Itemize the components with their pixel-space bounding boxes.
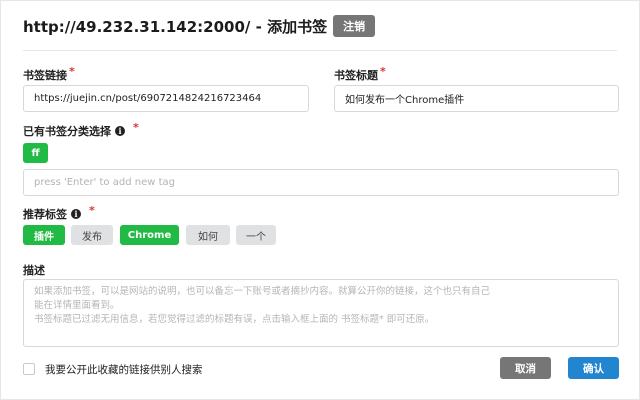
logout-button[interactable]: 注销 [333,15,376,37]
url-input[interactable]: https://juejin.cn/post/69072148242167234… [23,85,309,112]
confirm-button[interactable]: 确认 [568,357,619,379]
recommend-label-text: 推荐标签 [23,208,67,221]
desc-placeholder-line: 如果添加书签，可以是网站的说明，也可以备忘一下账号或者摘抄内容。就算公开你的链接… [34,286,491,297]
required-mark: * [380,64,386,78]
desc-placeholder-line: 能在详情里面看到。 [34,300,120,311]
required-mark: * [133,120,139,134]
description-textarea[interactable]: 如果添加书签，可以是网站的说明，也可以备忘一下账号或者摘抄内容。就算公开你的链接… [23,279,619,347]
category-label: 已有书签分类选择 i * [23,120,139,139]
public-checkbox-label[interactable]: 我要公开此收藏的链接供别人搜索 [45,362,203,377]
recommended-tag[interactable]: 一个 [236,225,276,245]
new-tag-placeholder: press 'Enter' to add new tag [34,177,175,188]
title-input[interactable]: 如何发布一个Chrome插件 [334,85,619,112]
recommended-tag[interactable]: 如何 [186,225,230,245]
recommended-tag[interactable]: 发布 [71,225,113,245]
header: http://49.232.31.142:2000/ - 添加书签 注销 [23,15,376,37]
info-icon: i [115,126,125,136]
new-tag-input[interactable]: press 'Enter' to add new tag [23,169,619,196]
category-label-text: 已有书签分类选择 [23,125,111,138]
page-title: http://49.232.31.142:2000/ - 添加书签 [23,17,328,36]
cancel-button[interactable]: 取消 [500,357,551,379]
desc-label-text: 描述 [23,264,45,277]
public-checkbox[interactable] [23,363,35,375]
title-label[interactable]: 书签标题 * [334,64,386,83]
recommend-label: 推荐标签 i * [23,203,95,222]
url-label: 书签链接 * [23,64,75,83]
url-label-text: 书签链接 [23,69,67,82]
desc-label: 描述 [23,262,45,278]
add-bookmark-window: http://49.232.31.142:2000/ - 添加书签 注销 书签链… [0,0,640,400]
category-tag-ff[interactable]: ff [23,143,48,163]
recommended-tag[interactable]: Chrome [120,225,179,245]
recommended-tag[interactable]: 插件 [23,225,65,245]
info-icon: i [71,209,81,219]
required-mark: * [69,64,75,78]
desc-placeholder-line: 书签标题已过滤无用信息，若您觉得过滤的标题有误，点击输入框上面的 书签标题* 即… [34,314,435,325]
required-mark: * [89,203,95,217]
header-divider [23,50,617,51]
title-label-text[interactable]: 书签标题 [334,67,378,83]
